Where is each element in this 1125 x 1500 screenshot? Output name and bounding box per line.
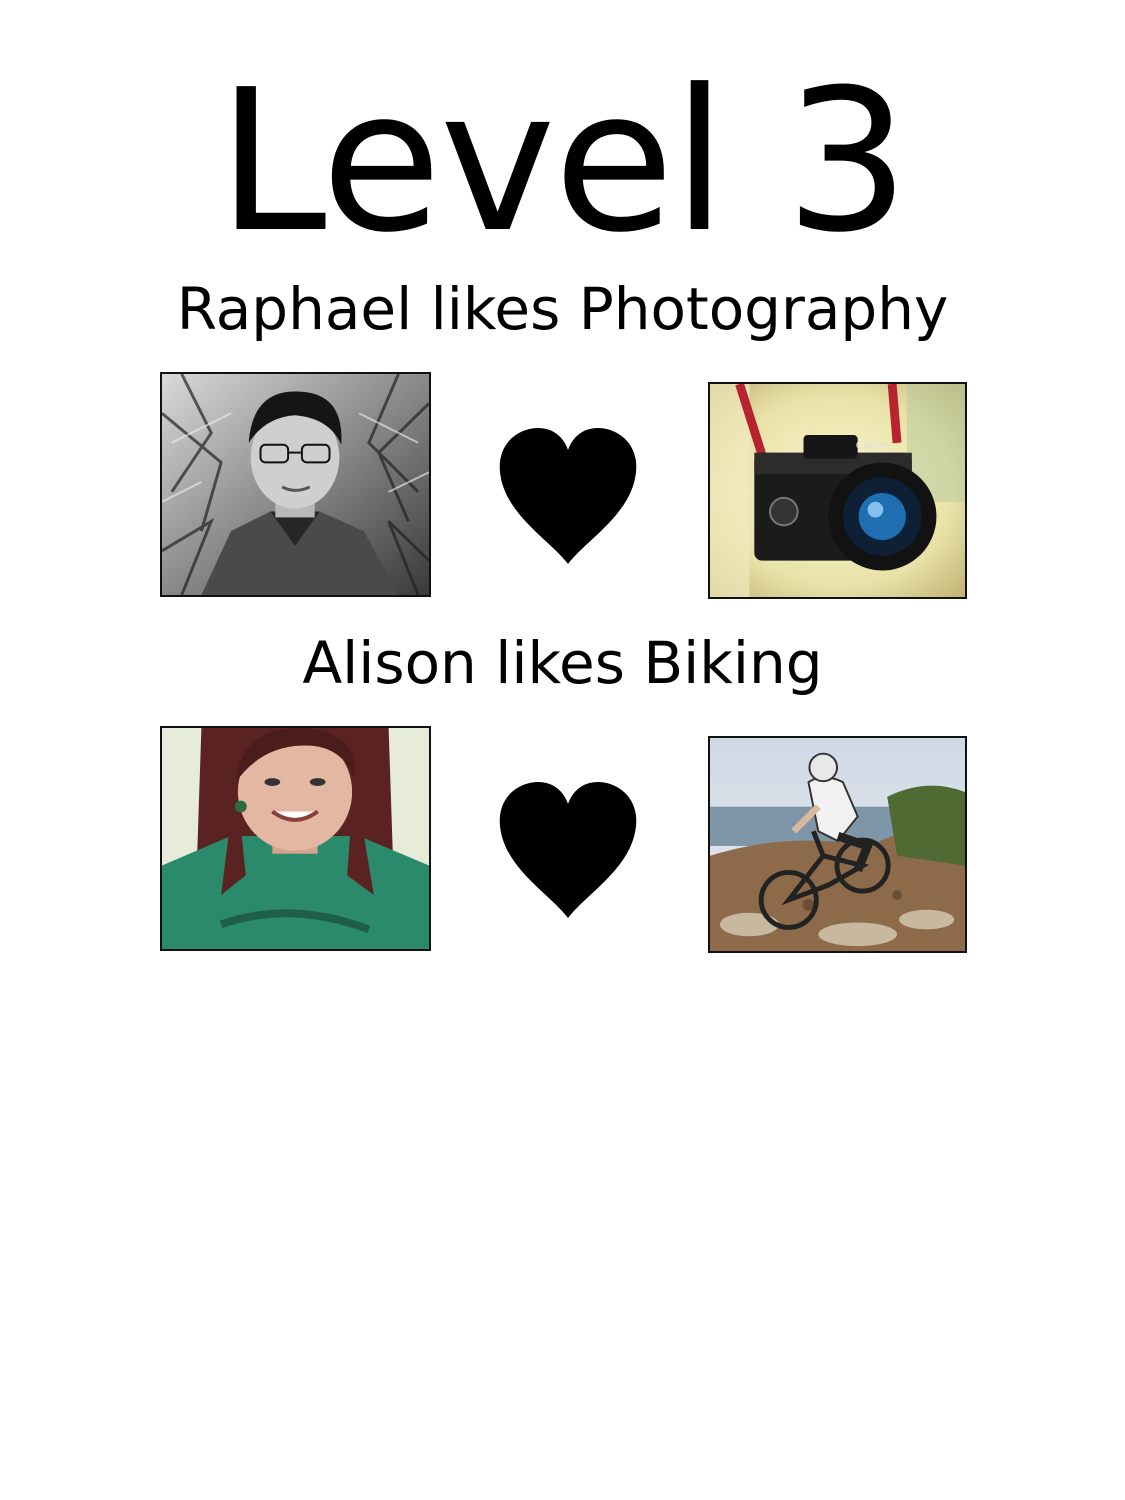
page-title: Level 3 <box>217 48 909 276</box>
caption-alison: Alison likes Biking <box>302 629 823 697</box>
caption-raphael: Raphael likes Photography <box>176 275 949 343</box>
mountain-biking-photo <box>708 736 967 953</box>
camera-photo: Canon <box>708 382 967 599</box>
portrait-alison-photo <box>160 726 431 951</box>
heart-icon <box>498 428 638 564</box>
heart-icon <box>498 782 638 918</box>
camera-brand-text: Canon <box>856 439 891 452</box>
portrait-raphael-photo <box>160 372 431 597</box>
